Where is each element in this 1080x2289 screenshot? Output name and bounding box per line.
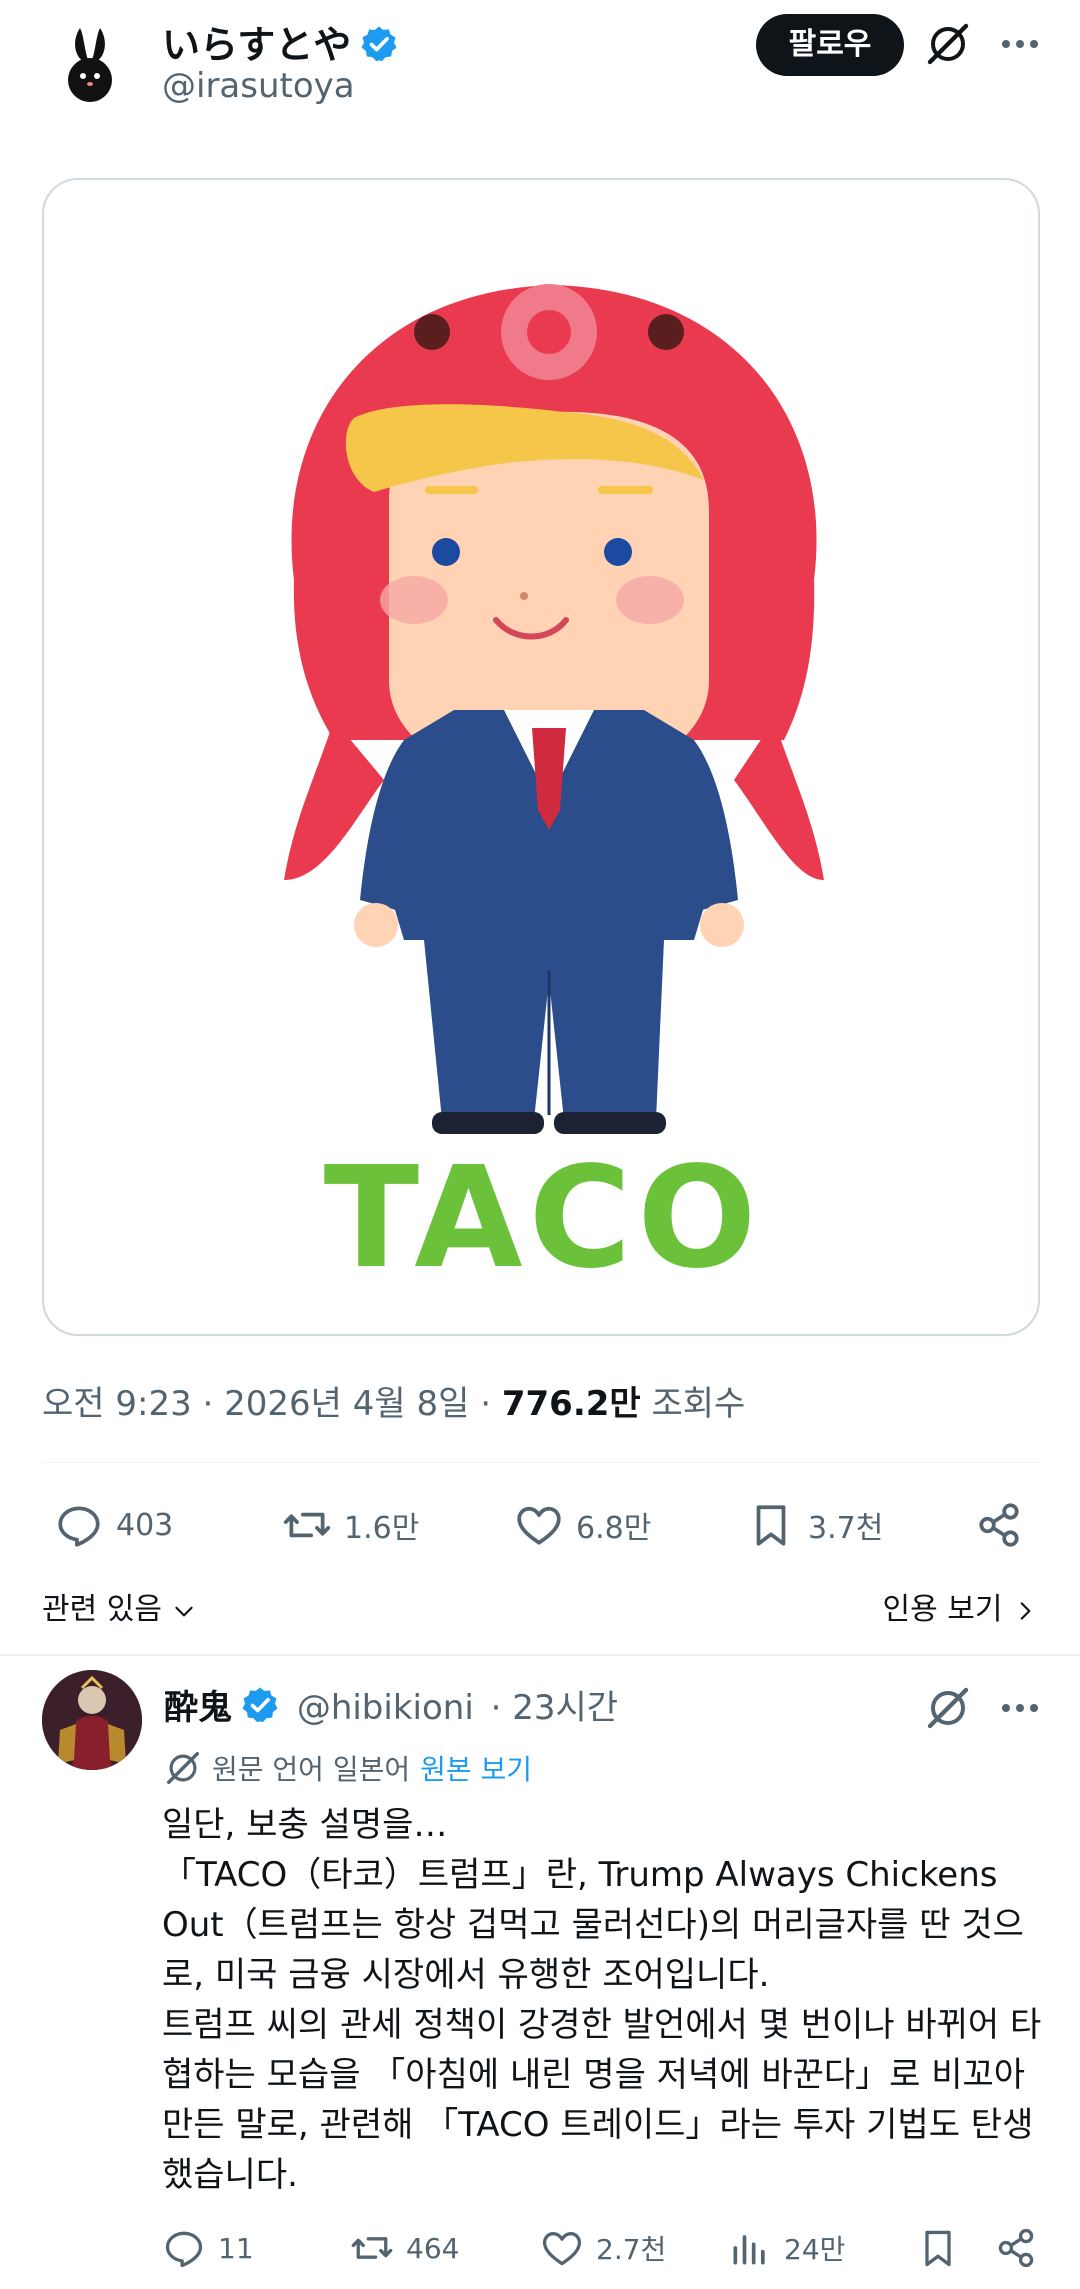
section-divider (0, 1654, 1080, 1656)
verified-badge-icon (242, 1687, 278, 1723)
reply-time[interactable]: 23시간 (512, 1688, 618, 1728)
view-label: 조회수 (651, 1384, 746, 1424)
armored-figure-avatar-icon (42, 1670, 142, 1770)
author-name[interactable]: いらすとや (162, 14, 399, 69)
reply-reply-button[interactable]: 11 (162, 2226, 254, 2270)
translation-note: 원문 언어 일본어 원본 보기 (164, 1748, 532, 1788)
author-handle[interactable]: @irasutoya (162, 66, 355, 106)
post-image[interactable]: TACO (42, 178, 1040, 1336)
bookmark-button[interactable]: 3.7천 (746, 1500, 883, 1550)
verified-badge-icon (361, 26, 397, 62)
like-icon (517, 1506, 561, 1545)
grok-icon[interactable] (924, 1684, 972, 1732)
reply-author-name[interactable]: 酔鬼 (164, 1688, 232, 1728)
like-button[interactable]: 6.8만 (514, 1500, 651, 1550)
view-quotes-link[interactable]: 인용 보기 (883, 1584, 1038, 1628)
reply-icon (165, 2231, 203, 2268)
repost-icon (283, 1512, 331, 1538)
translate-icon (167, 1752, 199, 1784)
post-meta: 오전 9:23 · 2026년 4월 8일 · 776.2만 조회수 (42, 1384, 746, 1424)
related-dropdown[interactable]: 관련 있음 (42, 1584, 197, 1628)
more-icon[interactable] (996, 20, 1044, 68)
reply-button[interactable]: 403 (54, 1500, 173, 1550)
views-icon (733, 2235, 765, 2265)
follow-button[interactable]: 팔로우 (756, 14, 904, 76)
divider (42, 1462, 1040, 1463)
reply-line: 일단, 보충 설명을… (162, 1805, 448, 1845)
repost-button[interactable]: 1.6만 (282, 1500, 419, 1550)
taco-caption: TACO (324, 1137, 763, 1300)
more-icon[interactable] (996, 1684, 1044, 1732)
reply-header: 酔鬼 @hibikioni · 23시간 (164, 1680, 618, 1729)
reply-repost-button[interactable]: 464 (350, 2226, 459, 2270)
reply-author-handle[interactable]: @hibikioni (297, 1688, 474, 1728)
author-avatar[interactable] (44, 18, 136, 110)
share-icon[interactable] (974, 1500, 1024, 1550)
chevron-right-icon (1020, 1602, 1031, 1620)
reply-line: 트럼프 씨의 관세 정책이 강경한 발언에서 몇 번이나 바뀌어 타협하는 모습… (162, 2005, 1042, 2195)
grok-icon[interactable] (924, 20, 972, 68)
bookmark-icon (756, 1505, 786, 1546)
trump-octopus-illustration: TACO (284, 284, 824, 1300)
bookmark-icon[interactable] (916, 2226, 960, 2270)
reply-line: 「TACO（타코）트럼프」란, Trump Always Chickens Ou… (162, 1855, 1024, 1995)
repost-icon (351, 2237, 393, 2259)
reply-icon (58, 1506, 100, 1547)
reply-like-button[interactable]: 2.7천 (540, 2226, 666, 2270)
share-icon[interactable] (994, 2226, 1038, 2270)
chevron-down-icon (175, 1606, 194, 1617)
reply-author-avatar[interactable] (42, 1670, 142, 1770)
view-count: 776.2만 (501, 1384, 641, 1424)
post-date[interactable]: 2026년 4월 8일 (224, 1384, 469, 1424)
rabbit-logo-icon (68, 28, 112, 102)
post-time[interactable]: 오전 9:23 (42, 1384, 192, 1424)
reply-body: 일단, 보충 설명을… 「TACO（타코）트럼프」란, Trump Always… (162, 1800, 1042, 2200)
reply-views-button[interactable]: 24만 (728, 2226, 845, 2270)
like-icon (542, 2232, 582, 2266)
show-original-link[interactable]: 원본 보기 (420, 1748, 532, 1788)
